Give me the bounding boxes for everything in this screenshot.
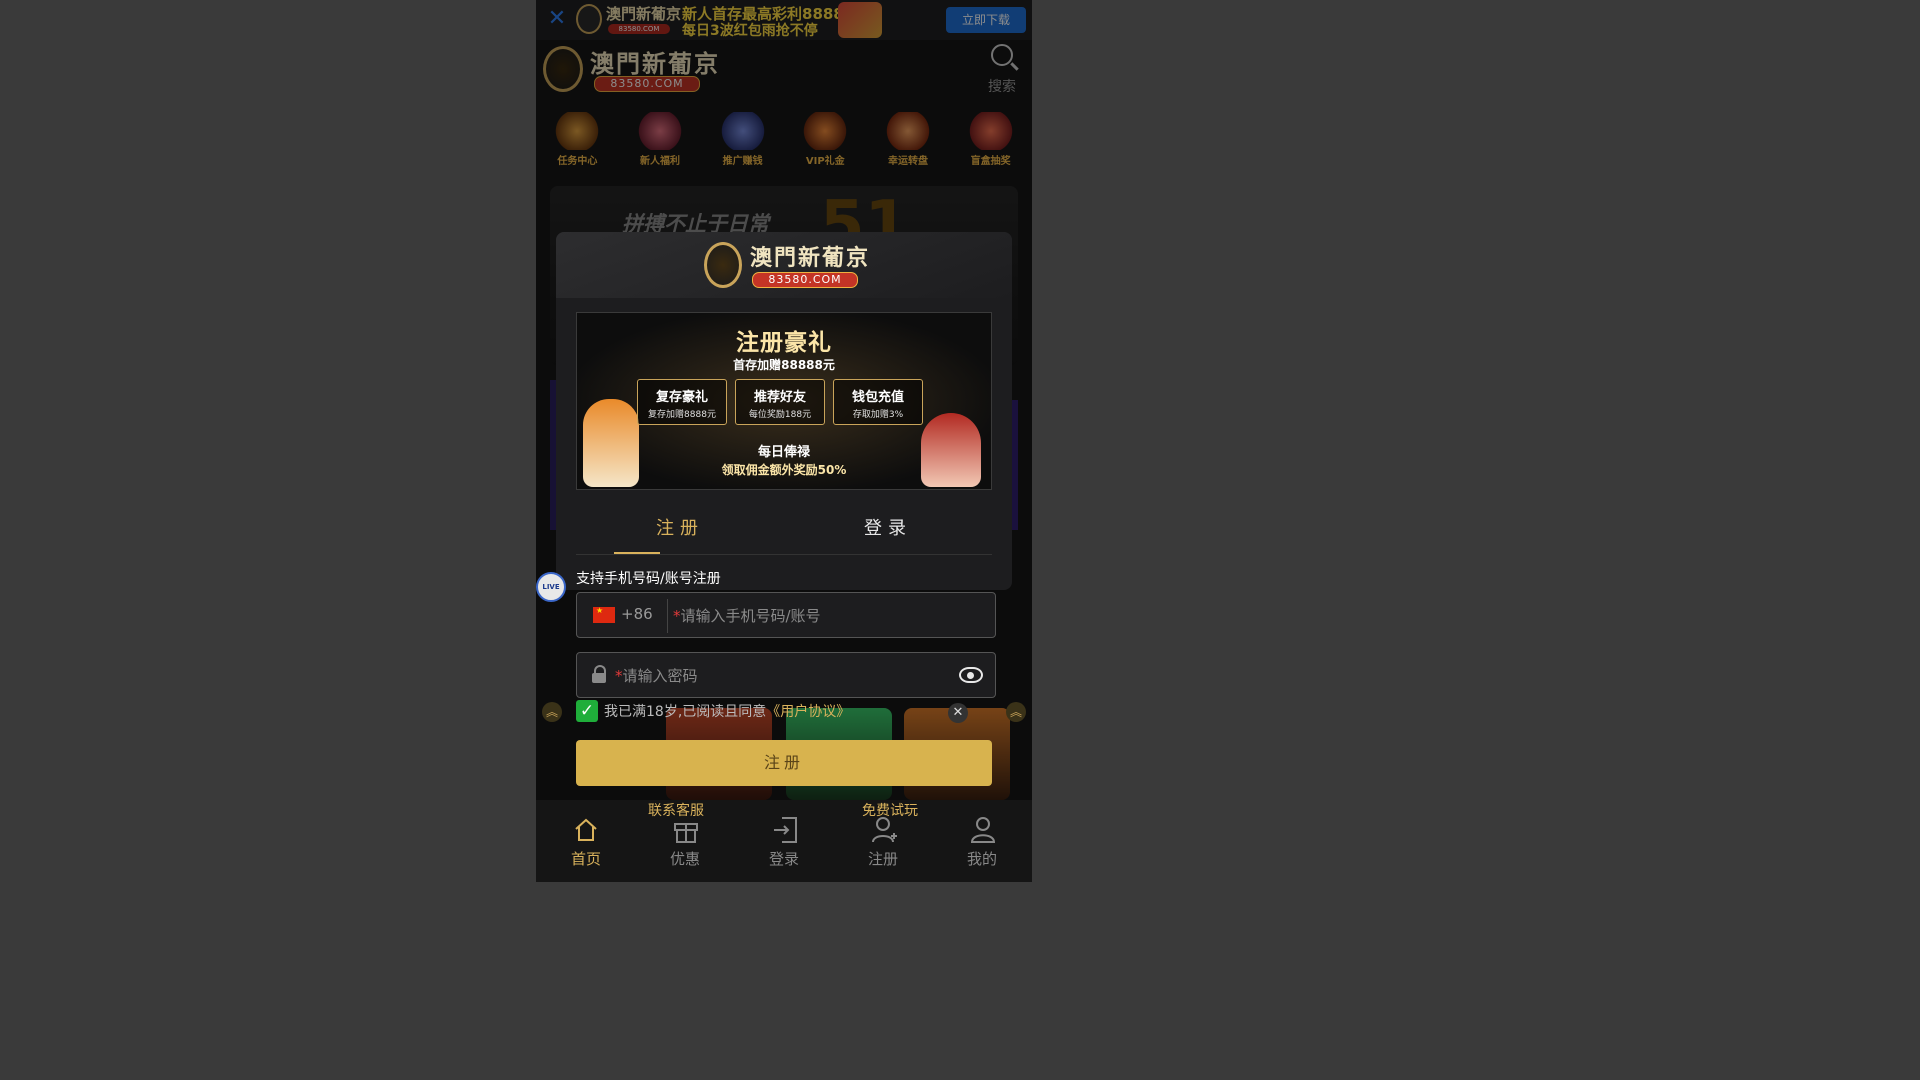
- phone-field[interactable]: +86 *请输入手机号码/账号: [576, 592, 996, 638]
- nav-label: 登录: [768, 850, 799, 868]
- chevron-up-icon[interactable]: ︽: [1006, 702, 1026, 722]
- required-mark: *: [673, 607, 681, 625]
- promo-box: 复存豪礼 复存加赠8888元: [637, 379, 727, 425]
- phone-placeholder: 请输入手机号码/账号: [680, 607, 821, 625]
- agreement-label: 我已满18岁,已阅读且同意: [604, 704, 767, 720]
- country-code[interactable]: +86: [621, 605, 653, 623]
- chevron-up-icon[interactable]: ︽: [542, 702, 562, 722]
- user-agreement-link[interactable]: 《用户协议》: [766, 704, 850, 720]
- register-submit-button[interactable]: 注册: [576, 740, 992, 786]
- promo-daily-sub: 领取佣金额外奖励50%: [721, 463, 847, 477]
- promo-box-title: 复存豪礼: [655, 390, 708, 405]
- tab-register[interactable]: 注册: [576, 508, 784, 554]
- mobile-page: ✕ 澳門新葡京 83580.COM 新人首存最高彩利8888 每日3波红包雨抢不…: [536, 0, 1032, 882]
- modal-domain: 83580.COM: [752, 272, 858, 288]
- modal-brand: 澳門新葡京: [750, 245, 871, 271]
- nav-register[interactable]: 注册: [843, 814, 923, 869]
- promo-box-sub: 复存加赠8888元: [648, 410, 716, 420]
- home-icon: [568, 814, 604, 846]
- add-user-icon: [865, 814, 901, 846]
- nav-profile[interactable]: 我的: [942, 814, 1022, 869]
- promo-box: 推荐好友 每位奖励188元: [735, 379, 825, 425]
- active-tab-indicator: [614, 552, 660, 554]
- required-mark: *: [615, 667, 623, 685]
- promo-daily-title: 每日俸禄: [757, 445, 810, 460]
- support-hint: 支持手机号码/账号注册: [576, 571, 721, 587]
- promo-subtitle: 首存加赠88888元: [733, 358, 835, 372]
- password-placeholder: 请输入密码: [622, 667, 698, 685]
- field-divider: [667, 599, 668, 633]
- auth-tabs: 注册 登录: [576, 508, 992, 555]
- nav-label: 我的: [966, 850, 997, 868]
- modal-logo-icon: [704, 242, 742, 288]
- live-soccer-icon[interactable]: LIVE: [536, 572, 566, 602]
- tab-login[interactable]: 登录: [784, 508, 992, 554]
- phone-input[interactable]: *请输入手机号码/账号: [673, 605, 821, 626]
- modal-header: 澳門新葡京 83580.COM: [556, 232, 1012, 298]
- user-icon: [964, 814, 1000, 846]
- agreement-checkbox[interactable]: ✓: [576, 700, 598, 722]
- close-icon[interactable]: ✕: [948, 703, 968, 723]
- promo-banner[interactable]: 注册豪礼 首存加赠88888元 复存豪礼 复存加赠8888元 推荐好友 每位奖励…: [576, 312, 992, 490]
- gift-icon: [667, 814, 703, 846]
- promo-box-sub: 每位奖励188元: [748, 410, 812, 420]
- show-password-eye-icon[interactable]: [959, 667, 983, 683]
- password-input[interactable]: *请输入密码: [615, 665, 698, 686]
- promo-box-sub: 存取加赠3%: [852, 410, 904, 420]
- nav-home[interactable]: 首页: [546, 814, 626, 869]
- china-flag-icon[interactable]: [593, 606, 615, 623]
- nav-label: 优惠: [669, 850, 700, 868]
- nav-label: 首页: [570, 850, 601, 868]
- promo-box-title: 推荐好友: [753, 390, 806, 405]
- promo-box: 钱包充值 存取加赠3%: [833, 379, 923, 425]
- nav-login[interactable]: 登录: [744, 814, 824, 869]
- promo-title: 注册豪礼: [736, 330, 832, 356]
- nav-label: 注册: [867, 850, 898, 868]
- login-icon: [766, 814, 802, 846]
- register-modal: 澳門新葡京 83580.COM 注册豪礼 首存加赠88888元 复存豪礼 复存加…: [556, 232, 1012, 590]
- password-field[interactable]: *请输入密码: [576, 652, 996, 698]
- promo-box-title: 钱包充值: [851, 390, 904, 405]
- lock-icon: [592, 665, 606, 683]
- agreement-text: 我已满18岁,已阅读且同意《用户协议》: [604, 701, 850, 721]
- nav-promotions[interactable]: 优惠: [645, 814, 725, 869]
- bottom-nav: 联系客服 免费试玩 首页 优惠 登录 注册 我的: [536, 800, 1032, 882]
